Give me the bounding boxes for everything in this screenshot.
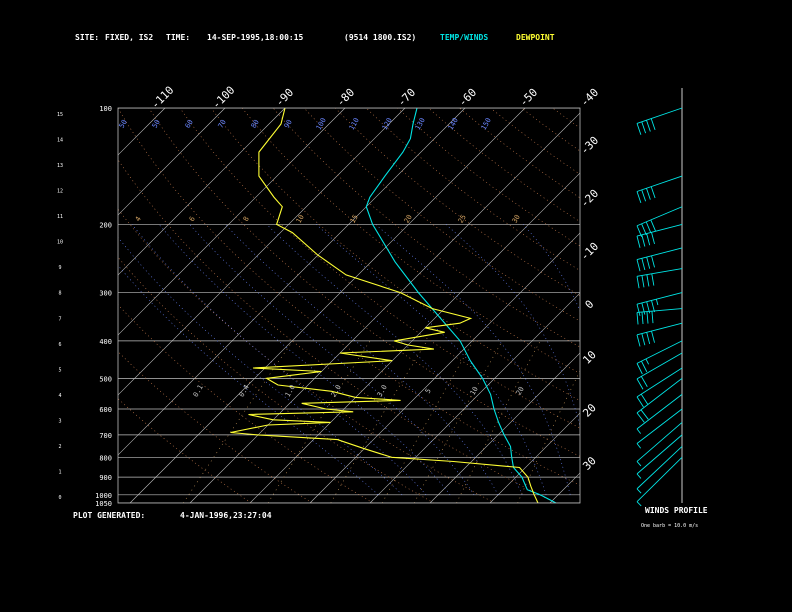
height-tick-label: 15 [57,112,63,118]
height-tick-label: 11 [57,214,63,220]
height-tick-label: 0 [58,495,61,501]
height-tick-label: 14 [57,138,63,144]
plot-generated-value: 4-JAN-1996,23:27:04 [180,511,272,520]
height-tick-label: 5 [58,367,61,373]
pressure-tick-label: 600 [99,406,112,414]
barb-scale-note: One barb = 10.0 m/s [641,523,699,529]
height-tick-label: 4 [58,393,61,399]
plot-generated-label: PLOT GENERATED: [73,511,146,520]
pressure-tick-label: 1000 [95,492,112,500]
pressure-tick-label: 1050 [95,500,112,508]
winds-profile-label: WINDS PROFILE [645,506,708,515]
pressure-tick-label: 100 [99,105,112,113]
pressure-tick-label: 200 [99,221,112,229]
legend-dewpoint: DEWPOINT [516,33,555,42]
legend-temp: TEMP/WINDS [440,33,489,42]
height-tick-label: 8 [58,291,61,297]
time-label: TIME: [166,33,191,42]
pressure-tick-label: 400 [99,338,112,346]
height-tick-label: 2 [58,444,61,450]
time-value: 14-SEP-1995,18:00:15 [207,33,304,42]
file-id: (9514 1800.IS2) [344,33,417,42]
pressure-tick-label: 900 [99,474,112,482]
site-value: FIXED, IS2 [105,33,154,42]
site-label: SITE: [75,33,100,42]
pressure-tick-label: 700 [99,432,112,440]
height-tick-label: 10 [57,240,63,246]
pressure-tick-label: 800 [99,454,112,462]
pressure-tick-label: 300 [99,290,112,298]
height-tick-label: 9 [58,265,61,271]
height-tick-label: 6 [58,342,61,348]
pressure-tick-label: 500 [99,375,112,383]
skewt-chart: 1002003004005006007008009001000105015141… [0,0,792,612]
height-tick-label: 3 [58,418,61,424]
height-tick-label: 1 [58,469,61,475]
height-tick-label: 13 [57,163,63,169]
height-tick-label: 7 [58,316,61,322]
height-tick-label: 12 [57,189,63,195]
